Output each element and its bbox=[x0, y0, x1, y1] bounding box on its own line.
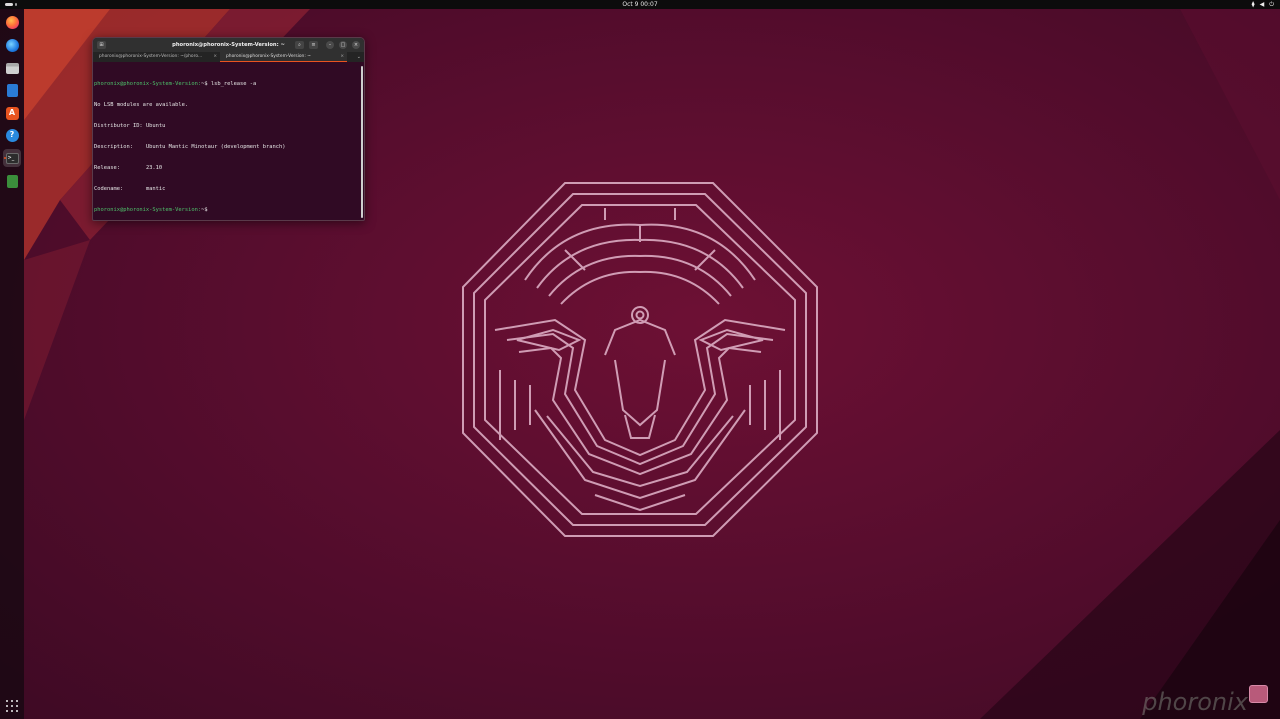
tab-close-icon[interactable]: × bbox=[340, 52, 344, 62]
scrollbar[interactable] bbox=[361, 66, 363, 218]
terminal-headerbar[interactable]: ⊞ phoronix@phoronix-System-Version: ~ ⌕ … bbox=[93, 38, 364, 52]
terminal-output[interactable]: phoronix@phoronix-System-Version:~$ lsb_… bbox=[94, 67, 360, 218]
dock-item-files[interactable] bbox=[3, 59, 21, 77]
store-icon: A bbox=[5, 106, 19, 120]
chevron-down-icon[interactable]: ⌄ bbox=[357, 52, 361, 62]
search-button[interactable]: ⌕ bbox=[295, 41, 304, 49]
terminal-line: Codename: mantic bbox=[94, 186, 166, 192]
hamburger-icon: ≡ bbox=[311, 42, 316, 48]
volume-icon: ◀ bbox=[1259, 1, 1265, 8]
tab-label: phoronix@phoronix-System-Version: ~/phor… bbox=[99, 54, 203, 59]
terminal-line: phoronix@phoronix-System-Version:~$ lsb_… bbox=[94, 81, 257, 87]
files-icon bbox=[5, 62, 19, 74]
running-indicator bbox=[4, 157, 6, 159]
network-icon: ⧫ bbox=[1251, 1, 1255, 8]
tab-2[interactable]: phoronix@phoronix-System-Version: ~ × bbox=[220, 52, 347, 62]
minimize-icon: – bbox=[328, 42, 332, 48]
firefox-icon bbox=[5, 15, 19, 29]
search-icon: ⌕ bbox=[298, 42, 301, 48]
dock-item-terminal[interactable]: >_ bbox=[3, 149, 21, 167]
terminal-line: phoronix@phoronix-System-Version:~$ bbox=[94, 207, 211, 213]
terminal-line: No LSB modules are available. bbox=[94, 102, 189, 108]
terminal-icon: >_ bbox=[5, 152, 19, 164]
tab-1[interactable]: phoronix@phoronix-System-Version: ~/phor… bbox=[93, 52, 220, 62]
top-panel: Oct 9 00:07 ⧫ ◀ ⏻ bbox=[0, 0, 1280, 9]
thunderbird-icon bbox=[5, 38, 19, 52]
help-icon: ? bbox=[5, 128, 19, 142]
system-tray[interactable]: ⧫ ◀ ⏻ bbox=[1252, 0, 1274, 9]
terminal-line: Distributor ID: Ubuntu bbox=[94, 123, 166, 129]
close-button[interactable]: × bbox=[352, 41, 360, 49]
maximize-icon: □ bbox=[340, 42, 346, 48]
writer-icon bbox=[6, 83, 18, 97]
apps-grid-icon[interactable] bbox=[6, 700, 18, 712]
mantic-minotaur-emblem bbox=[455, 180, 825, 540]
dock-item-firefox[interactable] bbox=[3, 13, 21, 31]
dock-item-help[interactable]: ? bbox=[3, 126, 21, 144]
maximize-button[interactable]: □ bbox=[339, 41, 347, 49]
menu-button[interactable]: ≡ bbox=[309, 41, 318, 49]
close-icon: × bbox=[353, 42, 359, 48]
power-icon: ⏻ bbox=[1269, 1, 1274, 8]
tab-label: phoronix@phoronix-System-Version: ~ bbox=[226, 54, 311, 59]
dock-item-app-center[interactable]: A bbox=[3, 104, 21, 122]
dock: A ? >_ bbox=[0, 9, 24, 719]
phoronix-watermark: phoronix bbox=[1142, 688, 1248, 716]
dock-item-writer[interactable] bbox=[3, 81, 21, 99]
dock-item-trash[interactable] bbox=[3, 172, 21, 190]
terminal-line: Release: 23.10 bbox=[94, 165, 163, 171]
terminal-window[interactable]: ⊞ phoronix@phoronix-System-Version: ~ ⌕ … bbox=[92, 37, 365, 221]
tab-close-icon[interactable]: × bbox=[213, 52, 217, 62]
home-folder-icon[interactable] bbox=[1249, 685, 1268, 703]
window-title: phoronix@phoronix-System-Version: ~ bbox=[172, 42, 285, 48]
clock[interactable]: Oct 9 00:07 bbox=[0, 0, 1280, 9]
tab-bar: phoronix@phoronix-System-Version: ~/phor… bbox=[93, 52, 364, 62]
terminal-line: Description: Ubuntu Mantic Minotaur (dev… bbox=[94, 144, 286, 150]
trash-icon bbox=[6, 174, 18, 188]
dock-item-thunderbird[interactable] bbox=[3, 36, 21, 54]
minimize-button[interactable]: – bbox=[326, 41, 334, 49]
